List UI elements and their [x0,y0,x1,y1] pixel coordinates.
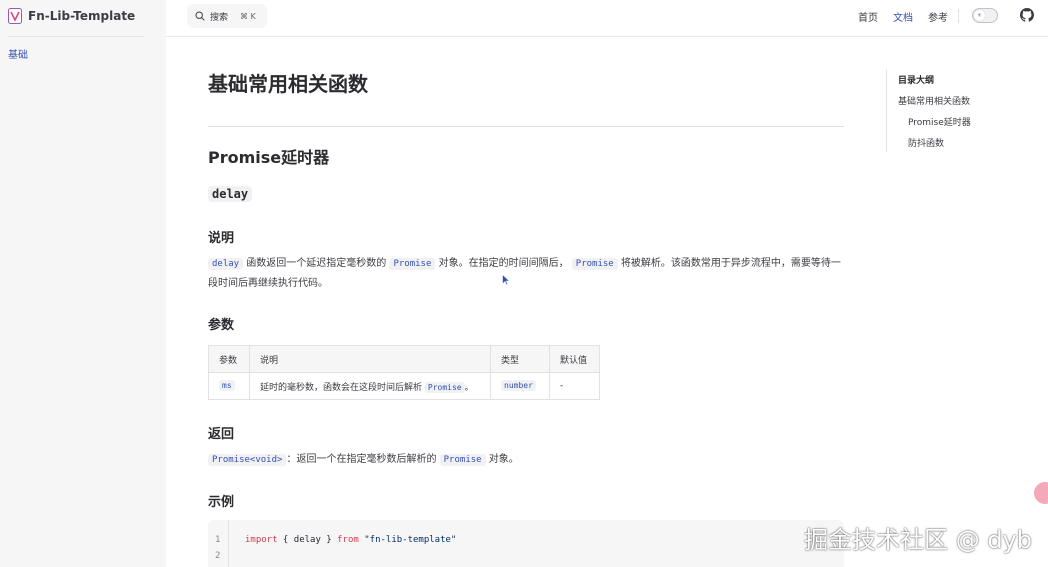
table-header: 类型 [490,345,550,373]
nav-links: 首页 文档 参考 [843,9,948,24]
sidebar-divider [8,36,144,37]
outline-link-delay[interactable]: Promise延时器 [908,115,971,128]
nav-link-home[interactable]: 首页 [858,9,878,24]
line-numbers: 1 2 [208,520,229,567]
params-table: 参数 说明 类型 默认值 ms 延时的毫秒数，函数会在这段时间后解析 Promi… [208,345,600,400]
inline-code: Promise<void> [208,454,287,466]
cursor-icon [502,274,510,286]
example-heading: 示例 [208,495,235,510]
param-desc: 延时的毫秒数，函数会在这段时间后解析 [260,382,423,393]
inline-code: Promise [571,258,618,270]
outline-title: 目录大纲 [898,76,935,86]
line-number: 1 [215,535,221,545]
outline: 目录大纲 基础常用相关函数 Promise延时器 防抖函数 [886,70,1016,152]
returns-heading: 返回 [208,427,235,442]
returns-desc: 对象。 [488,454,519,465]
table-cell: ms [208,372,250,400]
search-label: 搜索 [210,12,229,23]
code-text: { delay } [277,535,338,545]
description: delay 函数返回一个延迟指定毫秒数的 Promise 对象。在指定的时间间隔… [208,254,844,293]
returns-desc: ：返回一个在指定毫秒数后解析的 [286,454,437,465]
params-heading: 参数 [208,318,235,333]
sun-icon: ☀ [974,10,985,21]
inline-code: Promise [389,258,436,270]
line-number: 2 [215,551,221,561]
logo-icon [8,8,22,24]
floating-widget-button[interactable] [1034,482,1048,504]
code-string: "fn-lib-template" [364,535,457,545]
inline-code: Promise [439,454,486,466]
desc-text: 对象。在指定的时间间隔后， [438,258,569,269]
nav-link-reference[interactable]: 参考 [928,9,948,24]
param-desc-end: 。 [464,382,474,393]
nav-divider [958,9,959,23]
github-icon[interactable] [1020,8,1034,22]
table-cell: 延时的毫秒数，函数会在这段时间后解析 Promise。 [249,372,491,400]
nav-link-docs[interactable]: 文档 [893,9,913,24]
inline-code: delay [208,258,244,270]
search-shortcut: ⌘ K [240,11,256,21]
sidebar-item-basic[interactable]: 基础 [8,46,28,61]
desc-text: 函数返回一个延迟指定毫秒数的 [246,258,387,269]
inline-code: Promise [424,381,465,393]
section-title: Promise延时器 [208,148,330,167]
site-title: Fn-Lib-Template [28,9,136,23]
table-cell: number [490,372,550,400]
param-type: number [501,380,536,391]
watermark: 掘金技术社区 @ dyb [804,526,1032,554]
code-keyword: import [245,535,278,545]
title-divider [208,126,844,127]
table-cell: - [549,372,600,400]
function-name: delay [208,186,253,202]
param-name: ms [219,380,235,391]
table-header: 参数 [208,345,250,373]
appearance-toggle[interactable]: ☀ [972,8,998,23]
table-header: 说明 [249,345,491,373]
table-row: ms 延时的毫秒数，函数会在这段时间后解析 Promise。 number - [208,372,600,400]
code-keyword: from [337,535,359,545]
page-title: 基础常用相关函数 [208,72,368,96]
code-block[interactable]: 1 2 import { delay } from "fn-lib-templa… [208,520,844,567]
top-nav: 搜索 ⌘ K 首页 文档 参考 ☀ [166,0,1048,37]
outline-link-basic[interactable]: 基础常用相关函数 [898,94,970,107]
search-icon [195,11,205,21]
site-brand[interactable]: Fn-Lib-Template [8,6,135,26]
sidebar: Fn-Lib-Template 基础 [0,0,166,567]
desc-heading: 说明 [208,231,235,246]
outline-link-debounce[interactable]: 防抖函数 [908,136,944,149]
table-header: 默认值 [549,345,600,373]
returns-text: Promise<void> ：返回一个在指定毫秒数后解析的 Promise 对象。 [208,450,844,470]
code-line: import { delay } from "fn-lib-template" [245,535,456,545]
search-button[interactable]: 搜索 ⌘ K [187,4,267,28]
